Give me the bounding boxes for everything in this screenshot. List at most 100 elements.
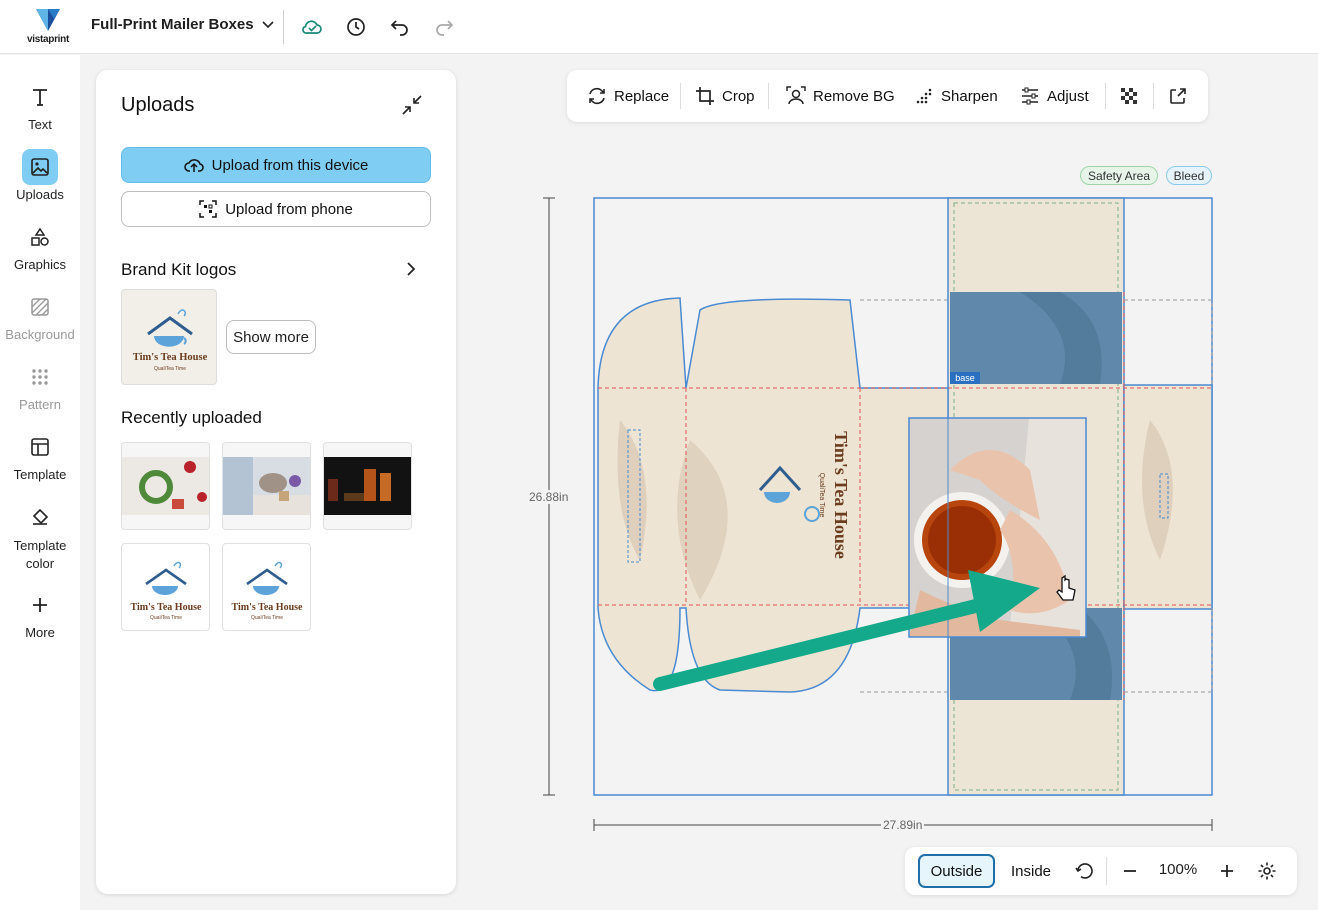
rotate-90-icon[interactable]: [1073, 859, 1097, 883]
recent-upload-wreath[interactable]: [121, 442, 210, 530]
center-flap-column: [947, 197, 1125, 796]
rail-item-pattern[interactable]: Pattern: [0, 359, 80, 412]
upload-from-phone-button[interactable]: Upload from phone: [121, 191, 431, 227]
transparency-button[interactable]: [1119, 84, 1139, 108]
more-options-button[interactable]: [1168, 84, 1188, 108]
divider: [1106, 857, 1107, 885]
checkerboard-icon: [1121, 88, 1137, 104]
remove-bg-button[interactable]: Remove BG: [786, 84, 895, 108]
safety-area-badge[interactable]: Safety Area: [1080, 166, 1158, 185]
divider: [1153, 83, 1154, 109]
hand-cursor-icon: [1056, 574, 1076, 601]
box-logo-title: Tim's Tea House: [831, 431, 851, 559]
blue-panel-top: [950, 292, 1122, 384]
hatch-icon: [22, 289, 58, 325]
replace-label: Replace: [614, 87, 670, 105]
chevron-down-icon: [261, 20, 274, 28]
divider: [768, 83, 769, 109]
view-controls: Outside Inside 100%: [905, 847, 1297, 895]
logo-tagline: QualiTea Time: [154, 366, 186, 372]
image-toolbar: Replace Crop Remove BG Sharpen Adjust: [567, 70, 1208, 122]
recent-upload-logo-1[interactable]: Tim's Tea House QualiTea Time: [121, 543, 210, 631]
rail-item-uploads[interactable]: Uploads: [0, 149, 80, 202]
product-name: Full-Print Mailer Boxes: [91, 16, 254, 33]
blue-panel-bottom: [950, 608, 1122, 700]
logo-title: Tim's Tea House: [133, 352, 208, 363]
replace-button[interactable]: Replace: [587, 84, 669, 108]
rail-item-template-color[interactable]: Template color: [0, 499, 80, 573]
brand-kit-title: Brand Kit logos: [121, 260, 237, 279]
annotation-arrow: [653, 570, 1040, 691]
collapse-panel-icon[interactable]: [401, 94, 425, 118]
outside-view-button[interactable]: Outside: [918, 854, 995, 888]
left-rail: Text Uploads Graphics Background Pattern…: [0, 55, 80, 910]
rail-item-background[interactable]: Background: [0, 289, 80, 342]
brand-logo-thumbnail[interactable]: Tim's Tea House QualiTea Time: [121, 289, 217, 385]
redo-icon[interactable]: [431, 14, 457, 40]
canvas-bounds: [593, 197, 1213, 796]
upload-device-label: Upload from this device: [211, 156, 369, 174]
replace-icon: [589, 87, 605, 105]
settings-gear-icon[interactable]: [1255, 859, 1279, 883]
crop-button[interactable]: Crop: [695, 84, 755, 108]
rail-item-text[interactable]: Text: [0, 79, 80, 132]
recently-uploaded-title: Recently uploaded: [121, 408, 262, 427]
bleed-badge[interactable]: Bleed: [1166, 166, 1212, 185]
selection-tag-label: base: [955, 373, 975, 383]
shapes-icon: [22, 219, 58, 255]
logo-text: vistaprint: [26, 34, 69, 45]
rail-label: Uploads: [16, 187, 64, 202]
adjust-sliders-icon: [1022, 87, 1038, 105]
uploads-panel: Uploads Upload from this device Upload f…: [96, 70, 456, 894]
rail-label: Background: [5, 327, 75, 342]
rail-label: More: [25, 625, 55, 640]
box-side-right: [1123, 384, 1213, 610]
adjust-label: Adjust: [1047, 87, 1089, 105]
sharpen-icon: [916, 88, 932, 104]
rail-label: Text: [28, 117, 52, 132]
show-more-button[interactable]: Show more: [226, 320, 316, 354]
remove-bg-icon: [786, 86, 806, 105]
history-icon[interactable]: [343, 14, 369, 40]
recent-upload-logo-2[interactable]: Tim's Tea House QualiTea Time: [222, 543, 311, 631]
vistaprint-logo[interactable]: vistaprint: [22, 7, 74, 47]
image-icon: [22, 149, 58, 185]
adjust-button[interactable]: Adjust: [1020, 84, 1089, 108]
divider: [680, 83, 681, 109]
product-name-dropdown[interactable]: Full-Print Mailer Boxes: [91, 16, 274, 33]
rail-item-graphics[interactable]: Graphics: [0, 219, 80, 272]
export-icon: [1170, 88, 1186, 104]
rail-label: Graphics: [13, 257, 67, 272]
recent-upload-iced-drinks[interactable]: [323, 442, 412, 530]
plus-icon: [22, 587, 58, 623]
selected-tea-photo[interactable]: [908, 417, 1087, 638]
qr-scan-icon: [199, 200, 217, 218]
logo-title: Tim's Tea House: [232, 602, 304, 613]
paint-bucket-icon: [22, 499, 58, 535]
divider: [1105, 83, 1106, 109]
rail-label: Template color: [13, 538, 67, 571]
upload-from-device-button[interactable]: Upload from this device: [121, 147, 431, 183]
undo-icon[interactable]: [387, 14, 413, 40]
rail-item-template[interactable]: Template: [0, 429, 80, 482]
cloud-upload-icon: [183, 159, 204, 172]
chevron-right-icon[interactable]: [406, 262, 416, 281]
zoom-in-icon[interactable]: [1215, 859, 1239, 883]
selection-tag: [950, 372, 980, 384]
upload-phone-label: Upload from phone: [225, 200, 353, 218]
crop-label: Crop: [722, 87, 755, 105]
sharpen-label: Sharpen: [941, 87, 998, 105]
cloud-saved-icon[interactable]: [299, 14, 325, 40]
box-logo-tagline: QualiTea Time: [818, 473, 825, 518]
panel-title: Uploads: [121, 94, 195, 116]
height-dimension: 26.88in: [527, 490, 571, 504]
rail-item-more[interactable]: More: [0, 587, 80, 640]
text-icon: [22, 79, 58, 115]
recent-upload-tea-table[interactable]: [222, 442, 311, 530]
sharpen-button[interactable]: Sharpen: [914, 84, 998, 108]
inside-view-button[interactable]: Inside: [999, 854, 1063, 888]
logo-title: Tim's Tea House: [131, 602, 203, 613]
zoom-out-icon[interactable]: [1118, 859, 1142, 883]
rail-label: Pattern: [19, 397, 61, 412]
box-logo: Tim's Tea House QualiTea Time: [818, 431, 851, 559]
